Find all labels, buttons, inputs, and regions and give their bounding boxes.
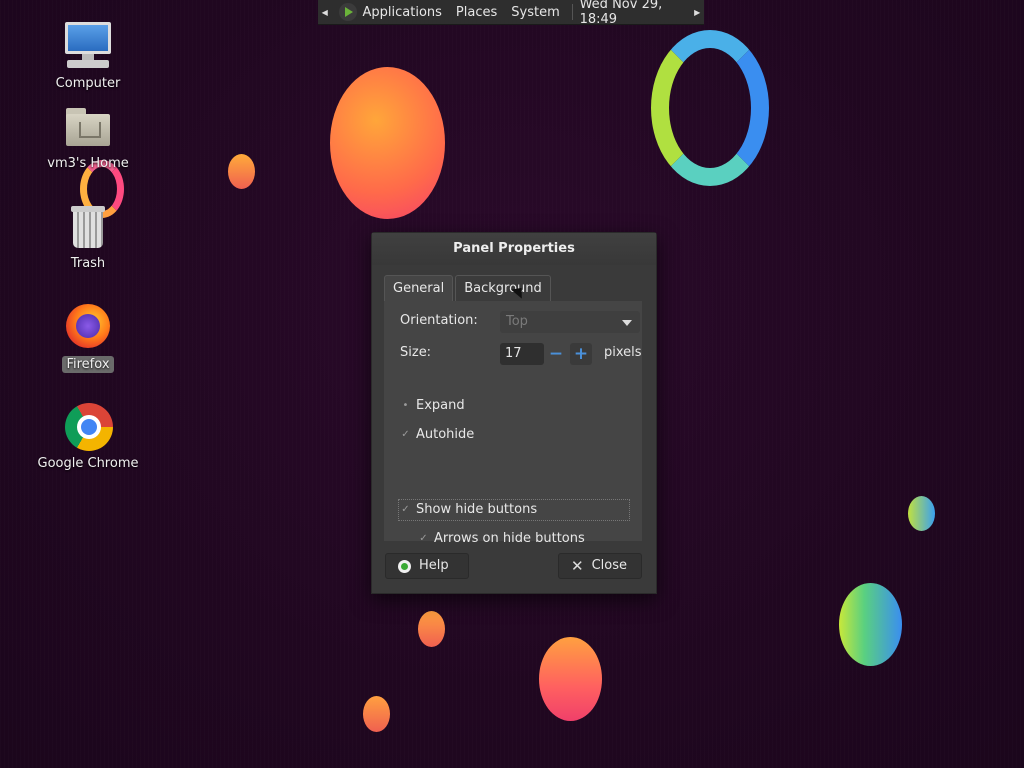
arrows-on-hide-buttons-checkbox[interactable]: ✓ [418,533,429,544]
desktop-icon-label: Computer [55,76,121,91]
close-icon: ✕ [571,557,584,575]
panel-hide-left-button[interactable]: ◀ [318,8,332,17]
clock-label: Wed Nov 29, 18:49 [579,0,663,27]
orientation-label: Orientation: [400,313,478,328]
help-icon [398,559,411,573]
autohide-label: Autohide [416,427,475,442]
chevron-down-icon [622,320,632,326]
desktop-icon-home[interactable]: vm3's Home [33,102,143,171]
desktop-icon-firefox[interactable]: Firefox [33,302,143,373]
wallpaper-blue-bubble [908,496,935,531]
wallpaper-gradient-ring [651,30,769,186]
clock-applet[interactable]: Wed Nov 29, 18:49 [578,0,691,27]
home-folder-icon [63,102,113,152]
help-button[interactable]: Help [385,553,469,579]
size-unit-label: pixels [604,345,642,360]
autohide-checkbox-row[interactable]: ✓ Autohide [400,427,474,442]
close-button[interactable]: ✕ Close [558,553,642,579]
wallpaper-small-bubble-3 [363,696,390,732]
orientation-value: Top [506,314,528,329]
places-menu[interactable]: Places [449,5,504,20]
panel-separator [571,4,573,20]
tab-general[interactable]: General [384,275,454,301]
desktop-icon-trash[interactable]: Trash [33,202,143,271]
applications-menu[interactable]: Applications [332,3,449,21]
system-menu[interactable]: System [504,5,566,20]
arrows-on-hide-buttons-checkbox-row[interactable]: ✓ Arrows on hide buttons [418,531,585,546]
autohide-checkbox[interactable]: ✓ [400,429,411,440]
expand-label: Expand [416,398,465,413]
show-hide-buttons-checkbox[interactable]: ✓ [400,504,411,515]
trash-icon [63,202,113,252]
desktop-icon-label: Trash [70,256,106,271]
wallpaper-orange-bubble-2 [539,637,602,721]
close-button-label: Close [591,558,627,573]
places-menu-label: Places [455,4,498,20]
wallpaper-small-bubble-2 [418,611,445,647]
firefox-icon [63,302,113,352]
applications-menu-label: Applications [362,4,442,20]
top-panel: ◀ Applications Places System Wed Nov 29,… [318,0,704,27]
system-menu-label: System [511,4,560,20]
expand-checkbox[interactable]: • [400,400,411,411]
orientation-dropdown[interactable]: Top [500,311,640,333]
arrows-on-hide-buttons-label: Arrows on hide buttons [434,531,585,546]
wallpaper-small-bubble [228,154,255,189]
size-increment-button[interactable]: + [570,343,592,365]
panel-hide-right-button[interactable]: ▶ [690,8,704,17]
computer-icon [63,22,113,72]
help-button-label: Help [419,558,449,573]
size-input[interactable]: 17 [500,343,544,365]
show-hide-buttons-label: Show hide buttons [416,502,538,517]
expand-checkbox-row[interactable]: • Expand [400,398,465,413]
distro-logo-icon [338,3,357,21]
show-hide-buttons-checkbox-row[interactable]: ✓ Show hide buttons [400,502,537,517]
orientation-row: Orientation: [400,313,478,328]
desktop-icon-label: vm3's Home [47,156,129,171]
wallpaper-orange-bubble [330,67,445,219]
wallpaper-green-blue-bubble [839,583,902,666]
size-unit: pixels [604,345,642,360]
desktop-icon-label: Firefox [62,356,114,373]
chrome-icon [63,402,113,452]
size-label: Size: [400,345,432,360]
desktop-icon-chrome[interactable]: Google Chrome [33,402,143,471]
tab-bar: General Background [384,275,551,301]
tab-background[interactable]: Background [455,275,551,301]
dialog-title[interactable]: Panel Properties [372,233,656,265]
desktop-icon-label: Google Chrome [37,456,139,471]
size-row: Size: [400,345,431,360]
size-decrement-button[interactable]: − [545,343,567,365]
general-tab-content: Orientation: Top Size: 17 − + pixels • E… [384,301,642,546]
desktop-icon-computer[interactable]: Computer [33,22,143,91]
